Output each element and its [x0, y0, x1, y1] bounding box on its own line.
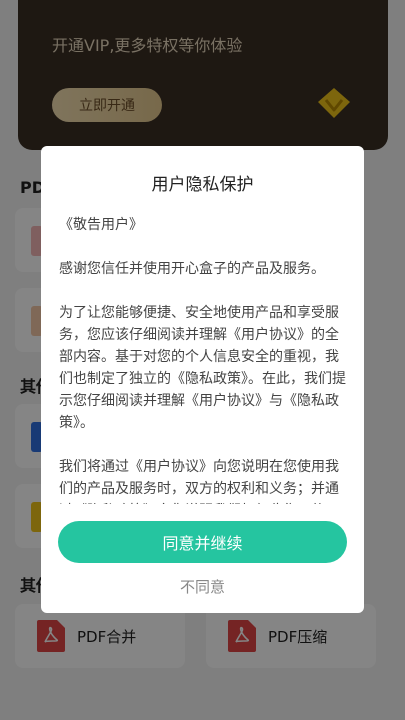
- dialog-paragraph: 感谢您信任并使用开心盒子的产品及服务。: [59, 261, 325, 277]
- privacy-dialog: 用户隐私保护 《敬告用户》 感谢您信任并使用开心盒子的产品及服务。 为了让您能够…: [41, 146, 364, 613]
- dialog-paragraph: 《敬告用户》: [59, 217, 143, 233]
- dialog-body[interactable]: 《敬告用户》 感谢您信任并使用开心盒子的产品及服务。 为了让您能够便捷、安全地使…: [59, 214, 346, 504]
- dialog-title: 用户隐私保护: [151, 175, 254, 195]
- agree-button[interactable]: 同意并继续: [58, 521, 347, 563]
- disagree-button[interactable]: 不同意: [41, 576, 364, 597]
- dialog-paragraph: 为了让您能够便捷、安全地使用产品和享受服务，您应该仔细阅读并理解《用户协议》的全…: [59, 305, 346, 431]
- dialog-paragraph: 我们将通过《用户协议》向您说明在您使用我们的产品及服务时，双方的权利和义务；并通…: [59, 459, 339, 504]
